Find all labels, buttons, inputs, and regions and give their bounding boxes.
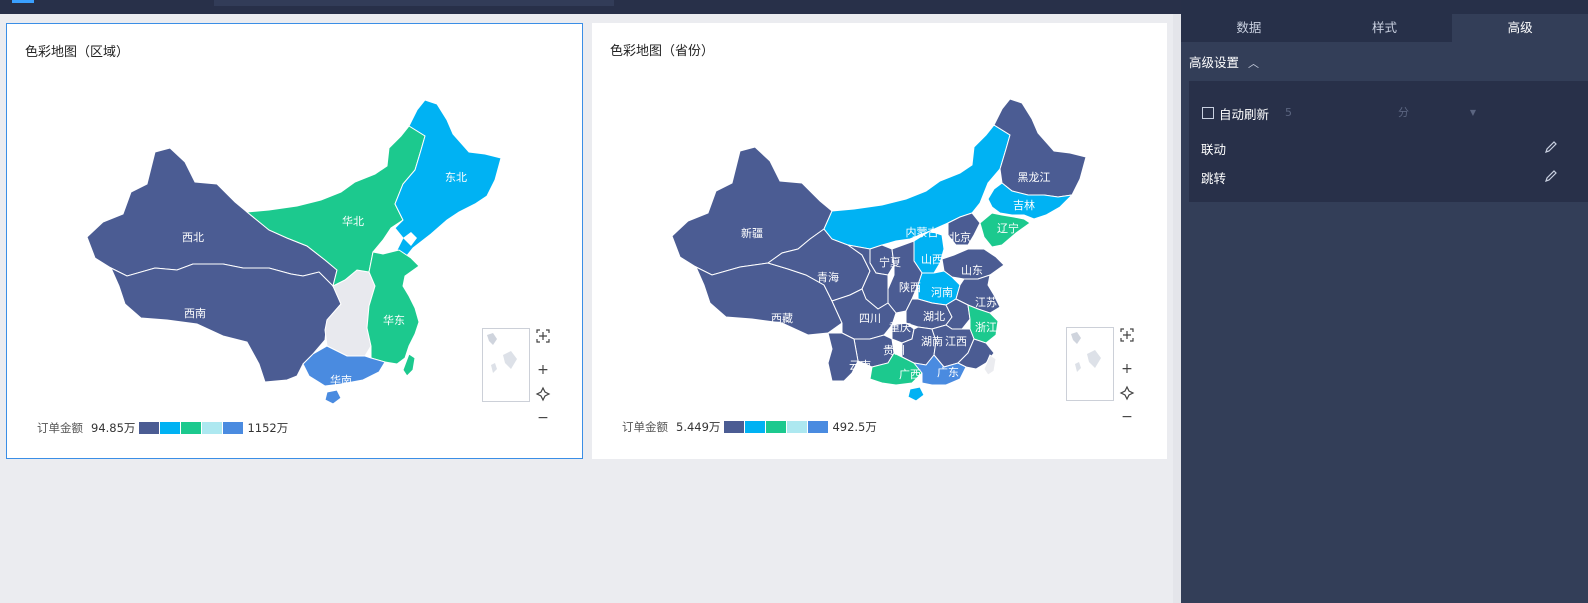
label-liaoning: 辽宁 [997,221,1019,235]
color-legend: 订单金额 94.85万 1152万 [37,420,288,436]
advanced-settings-header[interactable]: 高级设置 ︿ [1189,52,1259,71]
tab-style[interactable]: 样式 [1316,14,1453,42]
toolbar-accent [12,0,34,3]
label-guangdong: 广东 [937,366,959,379]
panel-top-strip [1181,0,1588,14]
zoom-out-button[interactable]: − [1119,409,1135,425]
map-controls: + − [1119,327,1135,437]
zoom-out-button[interactable]: − [535,410,551,426]
advanced-settings-body: 自动刷新 5 分 ▼ 联动 跳转 [1189,81,1588,202]
label-henan: 河南 [931,286,953,299]
tab-advanced[interactable]: 高级 [1452,14,1588,42]
label-chongqing: 重庆 [889,320,911,334]
label-heilongjiang: 黑龙江 [1018,171,1051,184]
legend-swatch [160,422,181,434]
legend-swatch [766,421,787,433]
label-northwest: 西北 [182,231,204,244]
label-beijing: 北京 [949,230,971,244]
region-east[interactable] [366,249,420,365]
locate-icon[interactable] [1119,385,1135,401]
label-hainan: 海南 [907,399,929,413]
refresh-unit-select[interactable]: 分 ▼ [1390,101,1486,125]
label-southwest: 西南 [184,307,206,320]
label-jilin: 吉林 [1013,198,1035,212]
legend-swatch [202,422,223,434]
settings-panel: 数据 样式 高级 高级设置 ︿ 自动刷新 5 分 ▼ 联动 跳转 [1181,0,1588,603]
label-northeast: 东北 [445,171,467,184]
fullscreen-icon[interactable] [535,328,551,344]
tab-data[interactable]: 数据 [1181,14,1317,42]
jump-edit-icon[interactable] [1544,169,1558,183]
label-shanxi: 山西 [921,253,943,266]
minimap[interactable] [482,328,530,402]
label-xinjiang: 新疆 [741,226,763,240]
label-sichuan: 四川 [859,312,881,325]
legend-swatch [223,422,244,434]
legend-swatch [745,421,766,433]
label-guangxi: 广西 [899,368,921,381]
minimap[interactable] [1066,327,1114,401]
legend-label: 订单金额 [37,421,83,435]
canvas-scrollbar[interactable] [1173,14,1181,603]
legend-swatch [181,422,202,434]
auto-refresh-label: 自动刷新 [1219,107,1270,122]
chevron-up-icon: ︿ [1248,57,1259,70]
label-qinghai: 青海 [817,270,839,284]
map-controls: + − [535,328,551,438]
label-east: 华东 [383,313,405,327]
map-card-region[interactable]: 色彩地图（区域） 西北 西南 华北 东北 华东 华南 + − 订单金额 94.8… [6,23,583,459]
color-legend: 订单金额 5.449万 492.5万 [622,419,877,435]
province-hainan[interactable] [907,386,925,402]
label-zhejiang: 浙江 [975,321,997,334]
linkage-label: 联动 [1201,142,1227,157]
label-ningxia: 宁夏 [879,255,901,269]
legend-swatch [787,421,808,433]
province-yunnan[interactable] [827,332,859,382]
zoom-in-button[interactable]: + [1119,361,1135,377]
label-south: 华南 [330,373,352,387]
refresh-interval-input[interactable]: 5 [1281,101,1377,125]
zoom-in-button[interactable]: + [535,362,551,378]
label-yunnan: 云南 [849,359,871,372]
legend-min: 5.449万 [676,420,721,434]
map-card-province[interactable]: 色彩地图（省份） 新疆 西藏 青海 内蒙古 黑龙江 吉林 辽宁 北京 宁夏 山西… [592,23,1167,459]
toolbar-segment [214,0,614,6]
legend-swatch [724,421,745,433]
label-jiangsu: 江苏 [975,296,997,309]
legend-max: 492.5万 [832,420,877,434]
legend-min: 94.85万 [91,421,136,435]
label-shandong: 山东 [961,264,983,277]
fullscreen-icon[interactable] [1119,327,1135,343]
locate-icon[interactable] [535,386,551,402]
label-shaanxi: 陕西 [899,280,921,294]
chevron-down-icon: ▼ [1469,108,1476,117]
settings-tabs: 数据 样式 高级 [1181,14,1588,42]
section-title: 高级设置 [1189,55,1240,70]
top-toolbar [0,0,1181,14]
label-tibet: 西藏 [771,312,793,325]
label-guizhou: 贵州 [883,344,905,357]
legend-swatch [139,422,160,434]
label-inner-mongolia: 内蒙古 [906,225,939,239]
legend-label: 订单金额 [622,420,668,434]
label-hunan: 湖南 [921,335,943,348]
region-hainan[interactable] [324,389,342,405]
unit-value: 分 [1398,106,1409,119]
label-hubei: 湖北 [923,310,945,323]
linkage-edit-icon[interactable] [1544,140,1558,154]
legend-max: 1152万 [247,421,289,435]
jump-label: 跳转 [1201,171,1227,186]
legend-swatch [808,421,829,433]
auto-refresh-checkbox[interactable] [1202,107,1214,119]
label-north: 华北 [342,214,364,228]
label-jiangxi: 江西 [945,335,967,348]
